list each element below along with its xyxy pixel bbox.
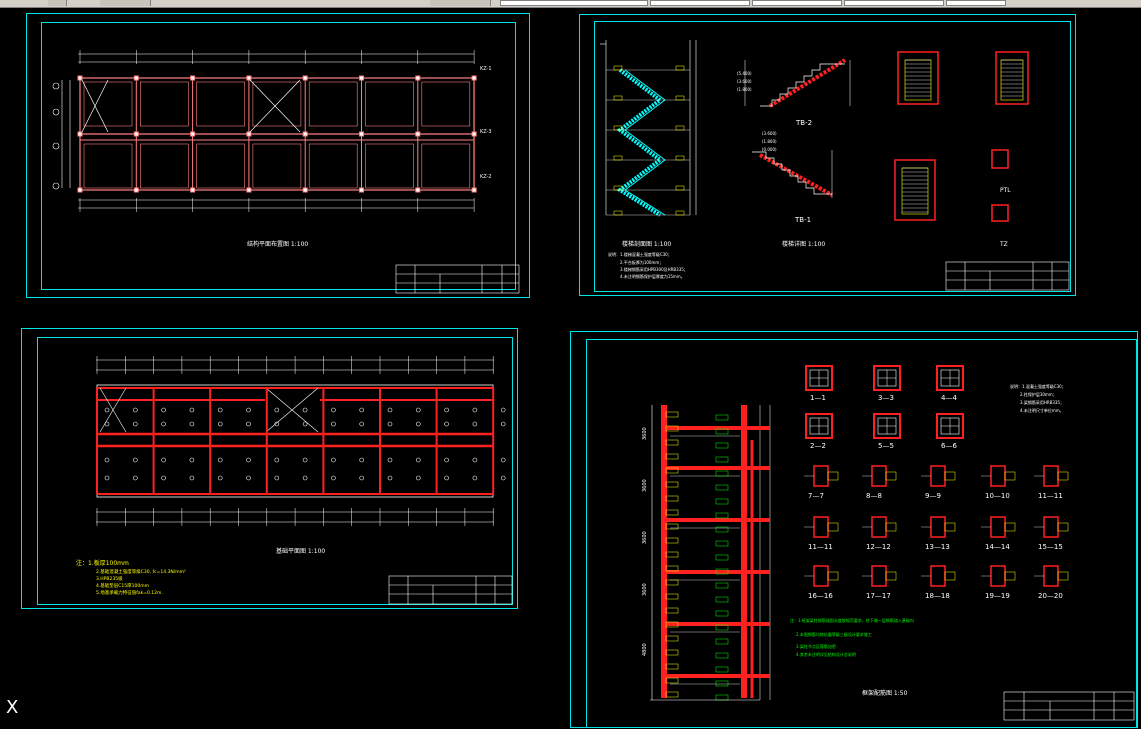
title-block-tl bbox=[395, 264, 520, 294]
ptl-label: PTL bbox=[1000, 187, 1011, 194]
stair-tb2-label: TB-2 bbox=[795, 119, 812, 127]
stair-note-3: 3.楼梯钢筋采用HPB300及HRB335； bbox=[620, 266, 688, 272]
foundation-note-2: 2.基础混凝土强度等级C30, fc=14.3N/mm² bbox=[96, 568, 186, 575]
section-label: 4—4 bbox=[941, 394, 957, 402]
section-label: 10—10 bbox=[985, 492, 1010, 500]
section-label: 19—19 bbox=[985, 592, 1010, 600]
section-label: 15—15 bbox=[1038, 543, 1063, 551]
cad-canvas[interactable]: 结构平面布置图 1:100 KZ-1 KZ-3 KZ-2 楼梯剖面图 1:100… bbox=[0, 0, 1141, 729]
section-label: 9—9 bbox=[925, 492, 941, 500]
tb1-elev-2: (1.800) bbox=[762, 139, 777, 144]
section-label: 16—16 bbox=[808, 592, 833, 600]
section-label: 18—18 bbox=[925, 592, 950, 600]
tb2-elev-3: (1.800) bbox=[737, 87, 752, 92]
stair-tb2 bbox=[744, 58, 851, 108]
section-label: 17—17 bbox=[866, 592, 891, 600]
green-note-2: 2.本图钢筋均按抗震等级三级设计要求施工 bbox=[796, 631, 872, 637]
green-note-3: 3.梁柱节点区箍筋加密 bbox=[796, 643, 836, 649]
title-block-bl bbox=[388, 575, 513, 605]
foundation-note-5: 5.地基承载力特征值fak=0.12m. bbox=[96, 589, 163, 596]
stair-note-2: 2.平台板厚为100mm； bbox=[620, 259, 663, 265]
section-label: 2—2 bbox=[810, 442, 826, 450]
frame-note-4: 4.未注明尺寸单位mm。 bbox=[1020, 407, 1064, 413]
elevation-label: 3600 bbox=[642, 479, 648, 492]
stair-note-1: 说明：1.楼梯混凝土强度等级C30； bbox=[608, 251, 672, 257]
stair-tb1 bbox=[752, 150, 833, 198]
tb1-elev-3: (0.000) bbox=[762, 147, 777, 152]
elevation-label: 3600 bbox=[642, 531, 648, 544]
stair-plans bbox=[894, 51, 1029, 222]
foundation-note-4: 4.基础垫层C15厚100mm bbox=[96, 582, 149, 589]
stair-section-title: 楼梯剖面图 1:100 bbox=[622, 240, 671, 248]
stair-note-4: 4.未注明钢筋保护层厚度为15mm。 bbox=[620, 273, 685, 279]
tz-label: TZ bbox=[999, 241, 1008, 248]
elevation-label: 4800 bbox=[642, 643, 648, 656]
section-label: 1—1 bbox=[810, 394, 826, 402]
section-label: 6—6 bbox=[941, 442, 957, 450]
section-label: 5—5 bbox=[878, 442, 894, 450]
section-label: 13—13 bbox=[925, 543, 950, 551]
stair-section-drawing bbox=[600, 40, 697, 217]
section-label: 11—11 bbox=[808, 543, 833, 551]
frame-note-3: 3.梁钢筋采用HRB335； bbox=[1020, 399, 1064, 405]
frame-title: 框架配筋图 1:50 bbox=[862, 689, 908, 697]
green-note-1: 注：1.框架梁柱钢筋锚固长度按规范要求，柱下端一层钢筋锚入基础内 bbox=[790, 617, 914, 623]
foundation-plan-title: 基础平面图 1:100 bbox=[276, 547, 325, 555]
title-block-br bbox=[1003, 691, 1135, 721]
tb2-elev-1: (5.400) bbox=[737, 71, 752, 76]
title-block-tr bbox=[945, 261, 1070, 291]
side-label-3: KZ-2 bbox=[480, 174, 492, 180]
section-label: 8—8 bbox=[866, 492, 882, 500]
structural-plan-title: 结构平面布置图 1:100 bbox=[247, 240, 308, 248]
section-label: 20—20 bbox=[1038, 592, 1063, 600]
section-label: 14—14 bbox=[985, 543, 1010, 551]
frame-note-1: 说明：1.混凝土强度等级C30； bbox=[1010, 383, 1066, 389]
green-note-4: 4.其余未注明详见结构设计总说明 bbox=[796, 651, 856, 657]
section-label: 11—11 bbox=[1038, 492, 1063, 500]
tb2-elev-2: (3.600) bbox=[737, 79, 752, 84]
structural-plan-drawing bbox=[52, 50, 477, 212]
elevation-label: 3600 bbox=[642, 583, 648, 596]
foundation-plan-drawing bbox=[96, 356, 506, 526]
section-label: 12—12 bbox=[866, 543, 891, 551]
foundation-note-3: 3.HPB235级 bbox=[96, 575, 123, 582]
foundation-note-1: 注：1.板厚100mm bbox=[76, 559, 129, 567]
section-label: 7—7 bbox=[808, 492, 824, 500]
elevation-label: 3600 bbox=[642, 427, 648, 440]
stair-tb1-label: TB-1 bbox=[794, 216, 811, 224]
stair-detail-title: 楼梯详图 1:100 bbox=[782, 240, 825, 248]
side-label-1: KZ-1 bbox=[480, 66, 492, 72]
frame-elevation-drawing bbox=[650, 405, 771, 701]
section-label: 3—3 bbox=[878, 394, 894, 402]
ucs-axis-icon: X bbox=[6, 697, 19, 718]
side-label-2: KZ-3 bbox=[480, 129, 492, 135]
frame-note-2: 2.柱保护层30mm； bbox=[1020, 391, 1057, 397]
tb1-elev-1: (3.600) bbox=[762, 131, 777, 136]
